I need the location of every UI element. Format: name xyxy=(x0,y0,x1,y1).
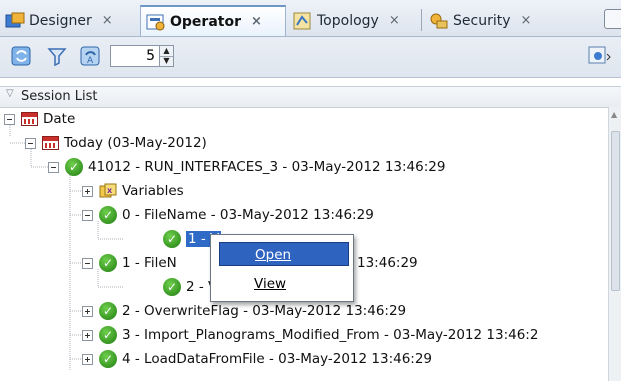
calendar-icon xyxy=(42,136,59,150)
session-list-title: Session List xyxy=(21,89,98,104)
tab-operator[interactable]: Operator × xyxy=(140,5,286,36)
close-icon[interactable]: × xyxy=(521,13,532,28)
date-folder-icon xyxy=(21,112,38,126)
designer-icon xyxy=(4,11,26,31)
menu-item-view[interactable]: View xyxy=(219,272,349,296)
tree-node-date[interactable]: Date xyxy=(4,107,75,131)
tree-node-variables[interactable]: x Variables xyxy=(82,179,184,203)
topology-icon xyxy=(292,11,314,31)
tree-node-label: 41012 - RUN_INTERFACES_3 - 03-May-2012 1… xyxy=(88,159,446,175)
filter-icon[interactable] xyxy=(45,44,71,68)
operator-icon xyxy=(145,12,167,32)
success-check-icon: ✓ xyxy=(99,206,117,224)
chevron-down-icon[interactable]: ▼ xyxy=(160,56,173,66)
tree-node-label: 1 - FileN xyxy=(122,255,177,271)
menu-item-open[interactable]: Open xyxy=(219,242,349,266)
tree-node-step-0[interactable]: ✓ 0 - FileName - 03-May-2012 13:46:29 xyxy=(82,203,374,227)
tree-node-step-2[interactable]: ✓ 2 - OverwriteFlag - 03-May-2012 13:46:… xyxy=(82,299,406,323)
tab-label: Topology xyxy=(317,12,379,29)
tree-node-label: Variables xyxy=(122,183,184,199)
tree-node-today[interactable]: Today (03-May-2012) xyxy=(25,131,207,155)
collapse-icon[interactable] xyxy=(82,209,93,221)
svg-text:x: x xyxy=(107,186,113,195)
tree-node-label: 3 - Import_Planograms_Modified_From - 03… xyxy=(122,327,539,343)
collapse-icon[interactable]: ▽ xyxy=(6,88,14,99)
minimize-button[interactable] xyxy=(604,9,621,29)
tree-node-label: 13:46:29 xyxy=(357,255,418,271)
tree-node-label: 2 - OverwriteFlag - 03-May-2012 13:46:29 xyxy=(122,303,407,319)
collapse-icon[interactable] xyxy=(4,113,15,125)
auto-refresh-icon[interactable]: A xyxy=(78,44,104,68)
tree-node-step-3[interactable]: ✓ 3 - Import_Planograms_Modified_From - … xyxy=(82,323,538,347)
tree-node-step-1[interactable]: ✓ 1 - FileN xyxy=(82,251,177,275)
tab-topology[interactable]: Topology × xyxy=(288,5,418,36)
tab-label: Operator xyxy=(170,13,241,30)
tab-designer[interactable]: Designer × xyxy=(0,5,136,36)
scroll-up-icon[interactable]: ▲ xyxy=(611,110,617,119)
success-check-icon: ✓ xyxy=(163,230,181,248)
close-icon[interactable]: × xyxy=(389,13,400,28)
tab-separator xyxy=(421,9,422,31)
tab-label: Designer xyxy=(29,12,92,29)
collapse-icon[interactable] xyxy=(25,137,36,149)
refresh-interval-input[interactable] xyxy=(110,45,160,67)
tree-node-label: Today (03-May-2012) xyxy=(64,135,207,151)
session-list-header[interactable]: ▽ Session List xyxy=(0,86,621,108)
refresh-icon[interactable] xyxy=(9,44,35,68)
refresh-interval-stepper[interactable]: ▲ ▼ xyxy=(160,45,174,67)
close-icon[interactable]: × xyxy=(251,14,262,29)
tree-node-label: 4 - LoadDataFromFile - 03-May-2012 13:46… xyxy=(122,351,433,367)
success-check-icon: ✓ xyxy=(99,302,117,320)
tab-security[interactable]: Security × xyxy=(424,5,564,36)
expand-icon[interactable] xyxy=(82,305,93,317)
tree-node-step-1-time: 13:46:29 xyxy=(357,251,418,275)
context-menu: Open View xyxy=(210,234,354,302)
collapse-icon[interactable] xyxy=(82,257,93,269)
success-check-icon: ✓ xyxy=(163,278,181,296)
success-check-icon: ✓ xyxy=(65,158,83,176)
scrollbar-thumb[interactable] xyxy=(611,131,620,291)
menu-item-label: Open xyxy=(255,247,292,263)
expand-icon[interactable] xyxy=(82,353,93,365)
tree-node-step-4[interactable]: ✓ 4 - LoadDataFromFile - 03-May-2012 13:… xyxy=(82,347,432,371)
tree-node-session[interactable]: ✓ 41012 - RUN_INTERFACES_3 - 03-May-2012… xyxy=(48,155,445,179)
success-check-icon: ✓ xyxy=(99,350,117,368)
operator-toolbar: A ▲ ▼ xyxy=(0,37,621,78)
close-icon[interactable]: × xyxy=(102,13,113,28)
tree-node-label: Date xyxy=(43,111,76,127)
connect-navigator-icon[interactable] xyxy=(586,44,612,68)
success-check-icon: ✓ xyxy=(99,254,117,272)
vertical-scrollbar[interactable]: ▲ xyxy=(608,107,621,381)
svg-text:A: A xyxy=(87,56,94,66)
security-icon xyxy=(428,11,450,31)
tab-label: Security xyxy=(453,12,511,29)
editor-tab-bar: Designer × Operator × Topology × Securit… xyxy=(0,0,621,37)
variables-icon: x xyxy=(99,183,117,199)
collapse-icon[interactable] xyxy=(48,161,59,173)
tree-node-label: 0 - FileName - 03-May-2012 13:46:29 xyxy=(122,207,374,223)
menu-item-label: View xyxy=(254,276,287,292)
expand-icon[interactable] xyxy=(82,185,93,197)
expand-icon[interactable] xyxy=(82,329,93,341)
success-check-icon: ✓ xyxy=(99,326,117,344)
